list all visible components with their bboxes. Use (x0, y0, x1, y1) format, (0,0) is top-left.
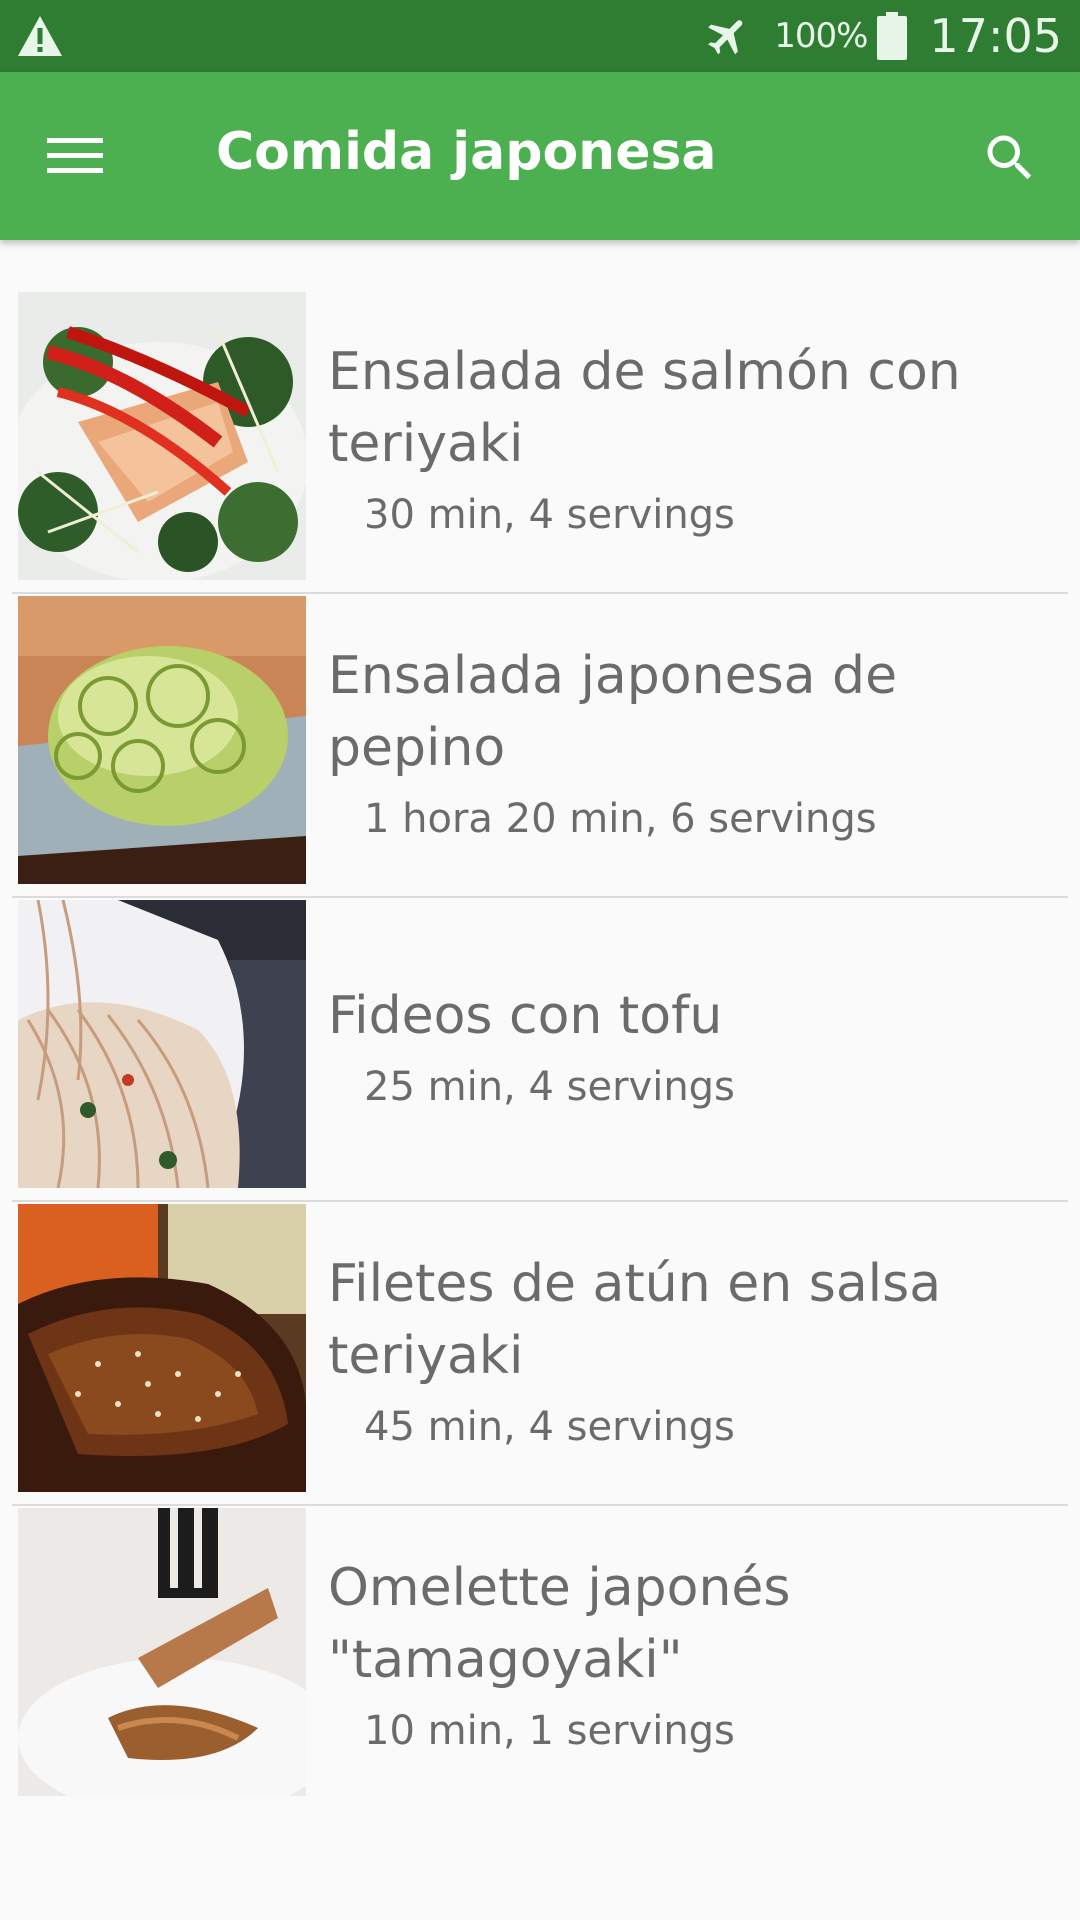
recipe-list-item[interactable]: Ensalada de salmón con teriyaki 30 min, … (12, 290, 1068, 594)
recipe-title: Fideos con tofu (328, 986, 723, 1046)
recipe-text: Omelette japonés "tamagoyaki" 10 min, 1 … (328, 1506, 1068, 1806)
recipe-thumbnail (18, 596, 306, 884)
recipe-text: Ensalada de salmón con teriyaki 30 min, … (328, 290, 1068, 590)
app-bar: Comida japonesa (0, 72, 1080, 240)
recipe-meta: 1 hora 20 min, 6 servings (364, 796, 877, 842)
recipe-list: Ensalada de salmón con teriyaki 30 min, … (0, 290, 1080, 1808)
battery-percentage: 100% (774, 16, 868, 56)
recipe-title: Omelette japonés "tamagoyaki" (328, 1558, 791, 1690)
recipe-meta: 45 min, 4 servings (364, 1404, 735, 1450)
recipe-text: Ensalada japonesa de pepino 1 hora 20 mi… (328, 594, 1068, 894)
recipe-title: Ensalada japonesa de pepino (328, 646, 898, 778)
recipe-list-item[interactable]: Fideos con tofu 25 min, 4 servings (12, 898, 1068, 1202)
warning-triangle-icon (18, 16, 62, 56)
recipe-thumbnail (18, 1204, 306, 1492)
recipe-meta: 25 min, 4 servings (364, 1064, 735, 1110)
recipe-title: Filetes de atún en salsa teriyaki (328, 1254, 942, 1386)
recipe-text: Filetes de atún en salsa teriyaki 45 min… (328, 1202, 1068, 1502)
recipe-meta: 10 min, 1 servings (364, 1708, 735, 1754)
status-right-group: 100% 17:05 (704, 0, 1062, 72)
recipe-thumbnail (18, 292, 306, 580)
status-clock: 17:05 (929, 9, 1062, 63)
recipe-text: Fideos con tofu 25 min, 4 servings (328, 898, 1068, 1198)
recipe-thumbnail (18, 1508, 306, 1796)
status-bar: 100% 17:05 (0, 0, 1080, 72)
menu-button[interactable] (40, 124, 110, 188)
recipe-list-item[interactable]: Filetes de atún en salsa teriyaki 45 min… (12, 1202, 1068, 1506)
recipe-meta: 30 min, 4 servings (364, 492, 735, 538)
battery-full-icon (877, 12, 908, 60)
page-title: Comida japonesa (216, 122, 717, 182)
recipe-list-item[interactable]: Ensalada japonesa de pepino 1 hora 20 mi… (12, 594, 1068, 898)
recipe-list-item[interactable]: Omelette japonés "tamagoyaki" 10 min, 1 … (12, 1506, 1068, 1808)
search-button[interactable] (974, 122, 1046, 194)
hamburger-menu-icon (47, 138, 103, 173)
airplane-mode-icon (708, 20, 743, 55)
recipe-thumbnail (18, 900, 306, 1188)
recipe-title: Ensalada de salmón con teriyaki (328, 342, 961, 474)
search-icon (987, 135, 1032, 180)
